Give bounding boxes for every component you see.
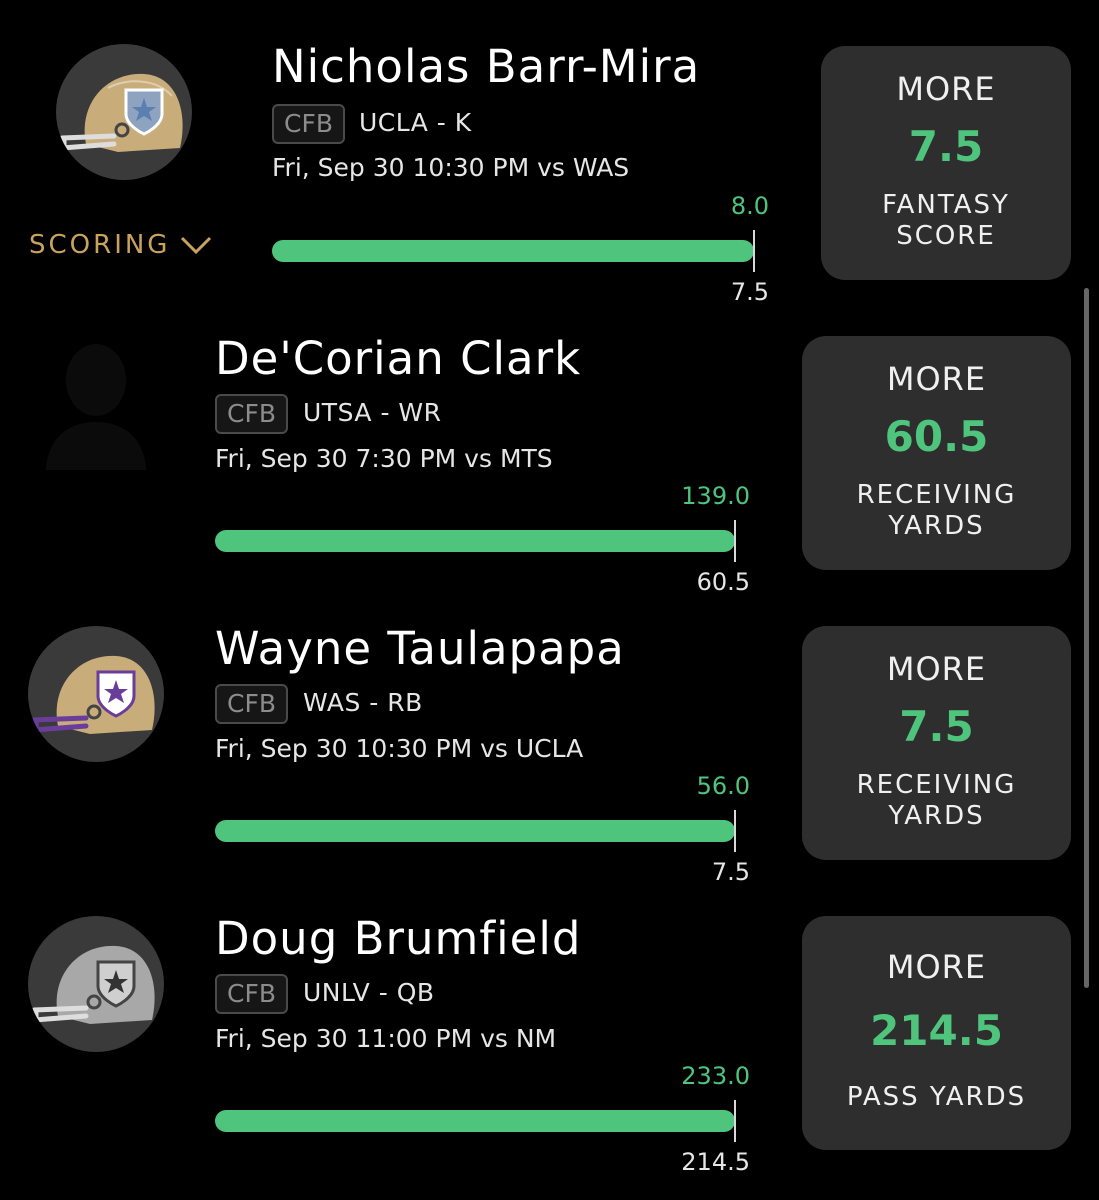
player-name: De'Corian Clark bbox=[215, 332, 582, 385]
stat-type-line2: SCORE bbox=[896, 221, 996, 251]
progress-bar bbox=[215, 530, 735, 552]
stat-type-line1: RECEIVING bbox=[856, 770, 1017, 800]
progress-bar bbox=[272, 240, 754, 262]
chevron-down-icon bbox=[181, 236, 212, 254]
team-position: UCLA - K bbox=[359, 108, 472, 137]
player-name: Nicholas Barr-Mira bbox=[272, 40, 701, 93]
pick-value: 7.5 bbox=[899, 702, 974, 751]
pick-label: MORE bbox=[886, 948, 987, 986]
league-badge: CFB bbox=[272, 104, 345, 144]
pick-label: MORE bbox=[886, 650, 987, 688]
pick-more-button[interactable]: MORE 7.5 FANTASY SCORE bbox=[821, 46, 1071, 280]
stat-type-line1: PASS YARDS bbox=[846, 1082, 1027, 1112]
actual-value: 233.0 bbox=[681, 1062, 750, 1090]
line-marker bbox=[734, 1100, 736, 1142]
player-silhouette-icon bbox=[46, 344, 146, 470]
pick-value: 214.5 bbox=[870, 1006, 1003, 1055]
league-badge: CFB bbox=[215, 684, 288, 724]
game-time: Fri, Sep 30 11:00 PM vs NM bbox=[215, 1024, 557, 1053]
progress-bar bbox=[215, 1110, 735, 1132]
scoring-toggle[interactable]: SCORING bbox=[29, 230, 212, 260]
pick-more-button[interactable]: MORE 60.5 RECEIVING YARDS bbox=[802, 336, 1071, 570]
progress-bar bbox=[215, 820, 735, 842]
silver-helmet-icon bbox=[28, 916, 164, 1052]
line-marker bbox=[753, 230, 755, 272]
stat-type-line1: RECEIVING bbox=[856, 480, 1017, 510]
team-position: WAS - RB bbox=[303, 688, 423, 717]
pick-value: 7.5 bbox=[908, 122, 984, 171]
player-card[interactable]: Doug Brumfield CFB UNLV - QB Fri, Sep 30… bbox=[0, 880, 1099, 1200]
purple-helmet-icon bbox=[28, 626, 164, 762]
pick-label: MORE bbox=[886, 360, 987, 398]
player-name: Wayne Taulapapa bbox=[215, 622, 625, 675]
stat-type-line2: YARDS bbox=[888, 511, 985, 541]
actual-value: 56.0 bbox=[696, 772, 750, 800]
actual-value: 139.0 bbox=[681, 482, 750, 510]
stat-type-line2: YARDS bbox=[888, 801, 985, 831]
scrollbar[interactable] bbox=[1084, 288, 1089, 988]
player-card[interactable]: Wayne Taulapapa CFB WAS - RB Fri, Sep 30… bbox=[0, 590, 1099, 886]
gold-helmet-icon bbox=[56, 44, 192, 180]
team-position: UNLV - QB bbox=[303, 978, 435, 1007]
pick-value: 60.5 bbox=[884, 412, 989, 461]
stat-type-line1: FANTASY bbox=[882, 190, 1010, 220]
league-badge: CFB bbox=[215, 394, 288, 434]
scoring-label: SCORING bbox=[29, 230, 171, 260]
pick-more-button[interactable]: MORE 7.5 RECEIVING YARDS bbox=[802, 626, 1071, 860]
player-card[interactable]: SCORING Nicholas Barr-Mira CFB UCLA - K … bbox=[0, 0, 1099, 306]
game-time: Fri, Sep 30 7:30 PM vs MTS bbox=[215, 444, 553, 473]
pick-more-button[interactable]: MORE 214.5 PASS YARDS bbox=[802, 916, 1071, 1150]
player-card[interactable]: De'Corian Clark CFB UTSA - WR Fri, Sep 3… bbox=[0, 300, 1099, 596]
game-time: Fri, Sep 30 10:30 PM vs WAS bbox=[272, 153, 630, 182]
team-position: UTSA - WR bbox=[303, 398, 442, 427]
league-badge: CFB bbox=[215, 974, 288, 1014]
pick-label: MORE bbox=[896, 70, 996, 108]
line-value: 214.5 bbox=[681, 1148, 750, 1176]
line-marker bbox=[734, 520, 736, 562]
game-time: Fri, Sep 30 10:30 PM vs UCLA bbox=[215, 734, 584, 763]
actual-value: 8.0 bbox=[730, 192, 769, 220]
line-marker bbox=[734, 810, 736, 852]
player-name: Doug Brumfield bbox=[215, 912, 582, 965]
